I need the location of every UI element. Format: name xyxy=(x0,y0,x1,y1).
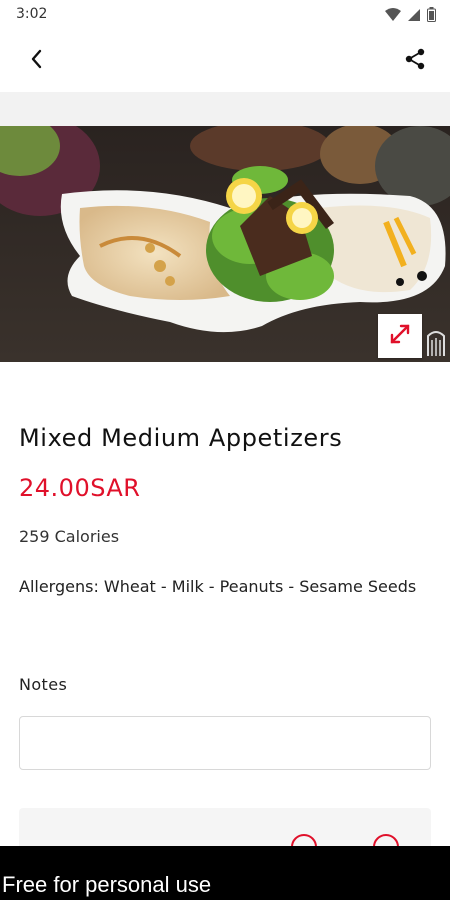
status-icons xyxy=(385,7,436,26)
header-spacer xyxy=(0,92,450,126)
battery-icon xyxy=(427,7,436,26)
back-button[interactable] xyxy=(22,46,52,76)
brand-logo-icon xyxy=(426,328,446,358)
watermark-text: Free for personal use xyxy=(2,872,212,897)
share-button[interactable] xyxy=(400,46,430,76)
product-details: Mixed Medium Appetizers 24.00SAR 259 Cal… xyxy=(0,362,450,868)
notes-label: Notes xyxy=(19,675,68,694)
expand-icon xyxy=(389,323,411,349)
status-bar: 3:02 xyxy=(0,0,450,30)
product-calories: 259 Calories xyxy=(19,527,120,546)
app-bar xyxy=(0,30,450,92)
notes-input[interactable] xyxy=(19,716,431,770)
status-time: 3:02 xyxy=(16,6,48,22)
signal-icon xyxy=(407,7,421,26)
share-icon xyxy=(404,48,426,74)
product-price: 24.00SAR xyxy=(19,474,141,502)
expand-image-button[interactable] xyxy=(378,314,422,358)
watermark-bar: Free for personal use xyxy=(0,846,450,900)
product-title: Mixed Medium Appetizers xyxy=(19,424,343,452)
product-image xyxy=(0,126,450,362)
wifi-icon xyxy=(385,7,401,26)
product-allergens: Allergens: Wheat - Milk - Peanuts - Sesa… xyxy=(19,577,417,596)
chevron-left-icon xyxy=(30,49,44,73)
